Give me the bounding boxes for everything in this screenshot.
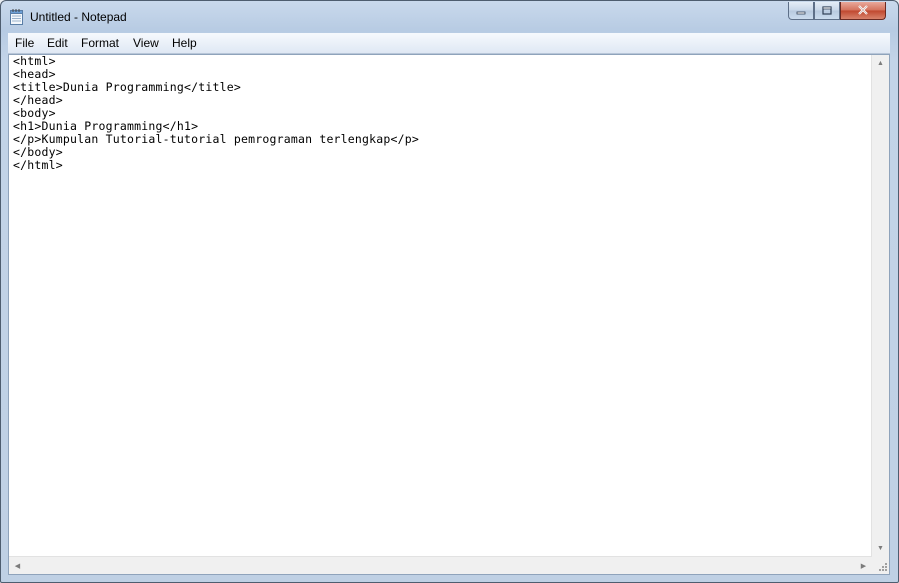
minimize-button[interactable] — [788, 2, 814, 20]
scroll-right-arrow-icon[interactable]: ▶ — [855, 557, 872, 574]
notepad-icon — [10, 9, 23, 25]
vertical-scrollbar[interactable]: ▲ ▼ — [871, 55, 889, 557]
menu-file[interactable]: File — [11, 35, 38, 51]
menu-view[interactable]: View — [129, 35, 163, 51]
minimize-icon — [796, 2, 806, 20]
close-icon — [857, 2, 869, 20]
scrollbar-corner — [872, 557, 889, 574]
close-button[interactable] — [840, 2, 886, 20]
menu-edit[interactable]: Edit — [43, 35, 72, 51]
maximize-icon — [822, 2, 832, 20]
scroll-up-arrow-icon[interactable]: ▲ — [872, 55, 889, 72]
menu-format[interactable]: Format — [77, 35, 123, 51]
notepad-window: Untitled - Notepad File Edit Format View… — [0, 0, 899, 583]
scroll-down-arrow-icon[interactable]: ▼ — [872, 540, 889, 557]
editor-text[interactable]: <html> <head> <title>Dunia Programming</… — [13, 55, 869, 557]
scroll-left-arrow-icon[interactable]: ◀ — [9, 557, 26, 574]
text-editor[interactable]: <html> <head> <title>Dunia Programming</… — [8, 54, 890, 575]
window-title: Untitled - Notepad — [30, 10, 127, 24]
horizontal-scrollbar[interactable]: ◀ ▶ — [9, 556, 872, 574]
menu-bar: File Edit Format View Help — [8, 33, 890, 54]
maximize-button[interactable] — [814, 2, 840, 20]
title-bar[interactable]: Untitled - Notepad — [1, 1, 898, 33]
menu-help[interactable]: Help — [168, 35, 201, 51]
resize-grip-icon[interactable] — [876, 561, 888, 573]
